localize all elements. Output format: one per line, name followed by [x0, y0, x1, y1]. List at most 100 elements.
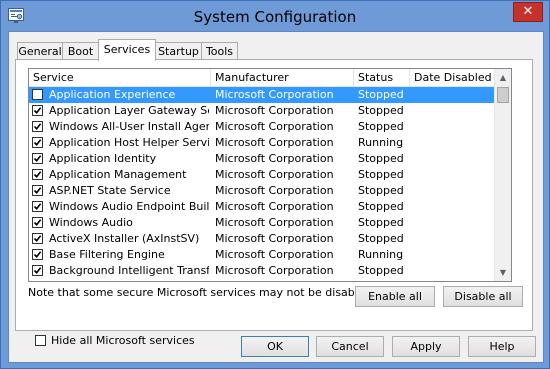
disable-all-button[interactable]: Disable all [443, 286, 523, 307]
manufacturer-cell: Microsoft Corporation [215, 136, 334, 149]
hide-microsoft-services-checkbox[interactable] [35, 335, 46, 346]
close-button[interactable]: ✕ [513, 2, 543, 22]
status-cell: Stopped [358, 232, 404, 245]
service-row[interactable]: Windows Audio Microsoft Corporation Stoppe… [29, 215, 494, 231]
services-tab-panel: Service Manufacturer Status Date Disable… [15, 59, 533, 347]
manufacturer-cell: Microsoft Corporation [215, 104, 334, 117]
service-enabled-checkbox[interactable] [32, 233, 43, 244]
service-name-cell: ActiveX Installer (AxInstSV) [49, 232, 200, 245]
service-row[interactable]: Application Identity Microsoft Corporatio… [29, 151, 494, 167]
service-row[interactable]: Application Experience Microsoft Corporat… [29, 87, 494, 103]
status-cell: Stopped [358, 200, 404, 213]
manufacturer-cell: Microsoft Corporation [215, 184, 334, 197]
manufacturer-cell: Microsoft Corporation [215, 200, 334, 213]
tab-tools[interactable]: Tools [201, 42, 238, 60]
manufacturer-cell: Microsoft Corporation [215, 248, 334, 261]
service-enabled-checkbox[interactable] [32, 169, 43, 180]
column-header-date-disabled[interactable]: Date Disabled [410, 69, 494, 86]
service-row[interactable]: Application Layer Gateway Service Microso… [29, 103, 494, 119]
status-cell: Running [358, 136, 404, 149]
service-enabled-checkbox[interactable] [32, 89, 43, 100]
date-disabled-cell [414, 103, 492, 119]
cancel-button[interactable]: Cancel [316, 336, 384, 357]
date-disabled-cell [414, 199, 492, 215]
service-name-cell: Windows Audio [49, 216, 133, 229]
date-disabled-cell [414, 119, 492, 135]
tab-boot[interactable]: Boot [62, 42, 99, 60]
status-cell: Stopped [358, 184, 404, 197]
service-name-cell: Application Management [49, 168, 187, 181]
status-cell: Stopped [358, 168, 404, 181]
service-row[interactable]: Base Filtering Engine Microsoft Corporati… [29, 247, 494, 263]
apply-button[interactable]: Apply [392, 336, 460, 357]
service-row[interactable]: Application Host Helper Service Microsoft… [29, 135, 494, 151]
window-title: System Configuration [193, 8, 357, 26]
column-header-status[interactable]: Status [354, 69, 410, 86]
status-cell: Stopped [358, 88, 404, 101]
scroll-thumb[interactable] [497, 87, 509, 103]
status-cell: Stopped [358, 264, 404, 277]
dialog-client-area: General Boot Services Startup Tools Serv… [8, 31, 544, 363]
service-enabled-checkbox[interactable] [32, 121, 43, 132]
date-disabled-cell [414, 87, 492, 103]
scroll-down-arrow-icon[interactable]: ▼ [495, 264, 511, 281]
status-cell: Stopped [358, 216, 404, 229]
service-name-cell: Application Identity [49, 152, 157, 165]
column-header-service[interactable]: Service [29, 69, 211, 86]
date-disabled-cell [414, 167, 492, 183]
service-enabled-checkbox[interactable] [32, 185, 43, 196]
service-row[interactable]: Windows All-User Install Agent Microsoft … [29, 119, 494, 135]
manufacturer-cell: Microsoft Corporation [215, 88, 334, 101]
list-vertical-scrollbar[interactable]: ▲ ▼ [494, 69, 511, 281]
service-name-cell: ASP.NET State Service [49, 184, 171, 197]
list-header: Service Manufacturer Status Date Disable… [29, 69, 494, 87]
service-row[interactable]: Application Management Microsoft Corporat… [29, 167, 494, 183]
status-cell: Stopped [358, 152, 404, 165]
service-enabled-checkbox[interactable] [32, 105, 43, 116]
date-disabled-cell [414, 263, 492, 279]
service-name-cell: Application Host Helper Service [49, 136, 209, 149]
service-row[interactable]: ASP.NET State Service Microsoft Corporati… [29, 183, 494, 199]
manufacturer-cell: Microsoft Corporation [215, 264, 334, 277]
tab-services[interactable]: Services [98, 39, 156, 61]
manufacturer-cell: Microsoft Corporation [215, 120, 334, 133]
enable-all-button[interactable]: Enable all [355, 286, 435, 307]
manufacturer-cell: Microsoft Corporation [215, 152, 334, 165]
date-disabled-cell [414, 151, 492, 167]
service-enabled-checkbox[interactable] [32, 249, 43, 260]
title-bar[interactable]: System Configuration ✕ [1, 1, 549, 31]
scroll-up-arrow-icon[interactable]: ▲ [495, 69, 511, 86]
status-cell: Stopped [358, 120, 404, 133]
service-row[interactable]: Background Intelligent Transfer ... Micro… [29, 263, 494, 279]
service-name-cell: Background Intelligent Transfer ... [49, 264, 209, 277]
manufacturer-cell: Microsoft Corporation [215, 216, 334, 229]
service-enabled-checkbox[interactable] [32, 217, 43, 228]
help-button[interactable]: Help [468, 336, 536, 357]
service-name-cell: Windows All-User Install Agent [49, 120, 209, 133]
date-disabled-cell [414, 183, 492, 199]
status-cell: Stopped [358, 104, 404, 117]
service-name-cell: Application Experience [49, 88, 176, 101]
column-header-manufacturer[interactable]: Manufacturer [211, 69, 354, 86]
hide-microsoft-services-label[interactable]: Hide all Microsoft services [51, 334, 195, 347]
service-enabled-checkbox[interactable] [32, 137, 43, 148]
service-row[interactable]: Windows Audio Endpoint Builder Microsoft … [29, 199, 494, 215]
date-disabled-cell [414, 215, 492, 231]
service-enabled-checkbox[interactable] [32, 265, 43, 276]
manufacturer-cell: Microsoft Corporation [215, 168, 334, 181]
tab-startup[interactable]: Startup [155, 42, 202, 60]
status-cell: Running [358, 248, 404, 261]
service-name-cell: Windows Audio Endpoint Builder [49, 200, 209, 213]
date-disabled-cell [414, 247, 492, 263]
tab-general[interactable]: General [17, 42, 63, 60]
ok-button[interactable]: OK [241, 336, 309, 357]
service-row[interactable]: ActiveX Installer (AxInstSV) Microsoft Co… [29, 231, 494, 247]
secure-services-note: Note that some secure Microsoft services… [28, 286, 376, 299]
service-enabled-checkbox[interactable] [32, 153, 43, 164]
service-name-cell: Application Layer Gateway Service [49, 104, 209, 117]
system-configuration-window: System Configuration ✕ General Boot Serv… [0, 0, 550, 369]
service-name-cell: Base Filtering Engine [49, 248, 165, 261]
services-list[interactable]: Service Manufacturer Status Date Disable… [28, 68, 512, 282]
service-enabled-checkbox[interactable] [32, 201, 43, 212]
date-disabled-cell [414, 231, 492, 247]
